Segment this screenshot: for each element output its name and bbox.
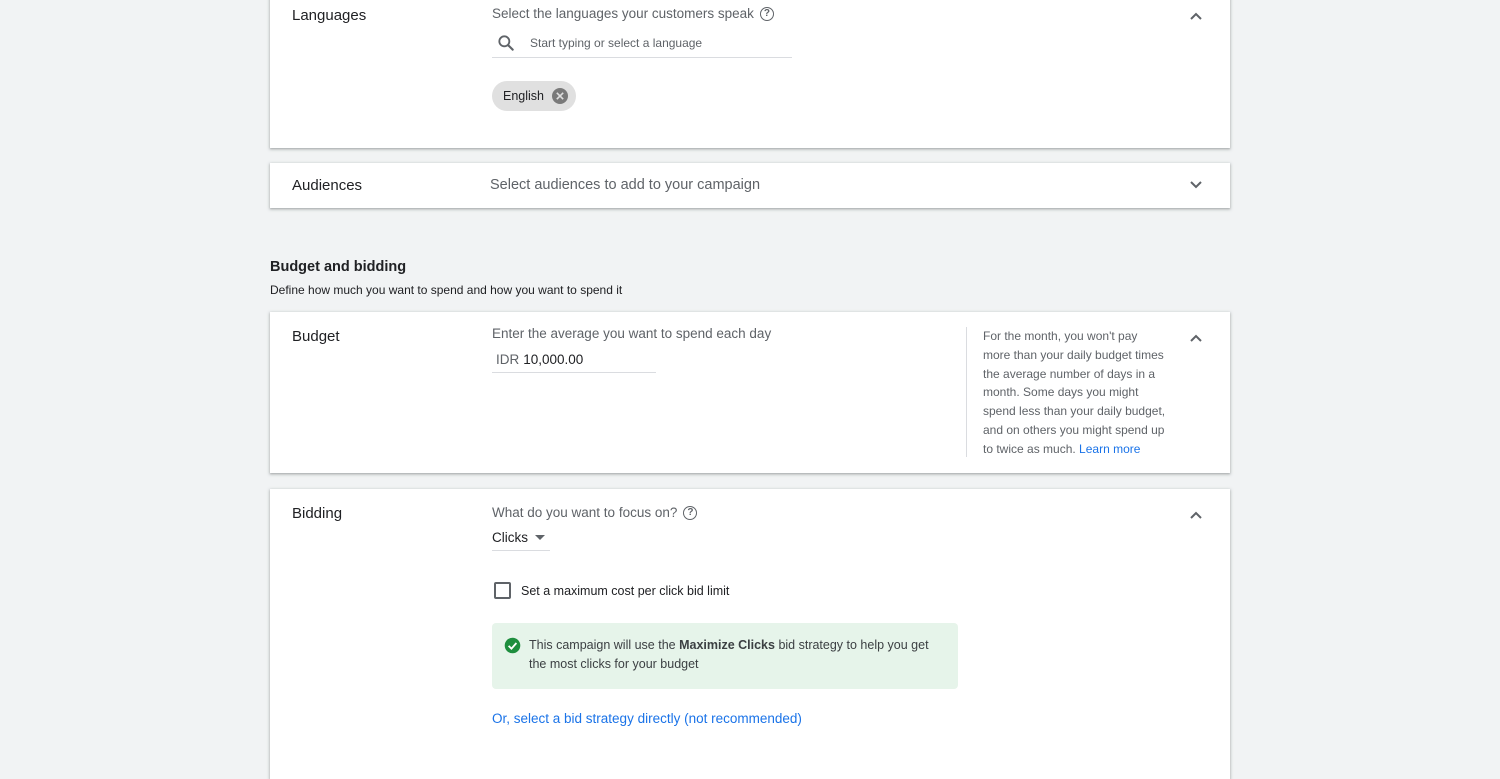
budget-value[interactable]: 10,000.00: [523, 352, 583, 367]
strategy-name: Maximize Clicks: [679, 638, 775, 652]
audiences-card[interactable]: Audiences Select audiences to add to you…: [270, 163, 1230, 208]
focus-value: Clicks: [492, 530, 528, 545]
audiences-label: Audiences: [292, 177, 363, 194]
strategy-info-text: This campaign will use the Maximize Clic…: [529, 638, 929, 671]
languages-prompt: Select the languages your customers spea…: [492, 6, 774, 22]
caret-down-icon: [535, 535, 545, 540]
help-icon[interactable]: ?: [683, 506, 698, 521]
strategy-info-box: This campaign will use the Maximize Clic…: [492, 623, 958, 689]
budget-label: Budget: [292, 328, 340, 345]
max-cpc-checkbox-row[interactable]: Set a maximum cost per click bid limit: [494, 582, 729, 599]
language-search-input[interactable]: [530, 35, 770, 50]
language-chip-english: English: [492, 81, 576, 111]
bidding-prompt: What do you want to focus on??: [492, 505, 698, 521]
help-icon[interactable]: ?: [759, 7, 774, 22]
chip-label: English: [503, 89, 544, 103]
budget-input[interactable]: IDR 10,000.00: [492, 346, 656, 373]
search-icon: [496, 33, 524, 53]
chevron-up-icon[interactable]: [1186, 328, 1206, 348]
languages-card: Languages Select the languages your cust…: [270, 0, 1230, 148]
chevron-up-icon[interactable]: [1186, 6, 1206, 26]
max-cpc-checkbox[interactable]: [494, 582, 511, 599]
budget-card: Budget Enter the average you want to spe…: [270, 312, 1230, 473]
focus-dropdown[interactable]: Clicks: [492, 525, 550, 551]
chevron-down-icon[interactable]: [1186, 175, 1206, 195]
audiences-prompt: Select audiences to add to your campaign: [490, 177, 761, 193]
bidding-card: Bidding What do you want to focus on?? C…: [270, 489, 1230, 779]
learn-more-link[interactable]: Learn more: [1079, 442, 1140, 456]
budget-prompt: Enter the average you want to spend each…: [492, 326, 772, 341]
remove-chip-icon[interactable]: [552, 88, 568, 104]
language-search-field[interactable]: [492, 28, 792, 58]
bidding-label: Bidding: [292, 505, 343, 522]
budget-help-text: For the month, you won't pay more than y…: [966, 327, 1166, 457]
currency-label: IDR: [496, 351, 520, 367]
languages-label: Languages: [292, 7, 367, 24]
check-circle-icon: [504, 637, 521, 659]
select-bid-strategy-link[interactable]: Or, select a bid strategy directly (not …: [492, 711, 802, 726]
chevron-up-icon[interactable]: [1186, 505, 1206, 525]
section-subtitle: Define how much you want to spend and ho…: [270, 283, 623, 297]
max-cpc-label: Set a maximum cost per click bid limit: [521, 583, 730, 598]
section-title: Budget and bidding: [270, 259, 407, 275]
